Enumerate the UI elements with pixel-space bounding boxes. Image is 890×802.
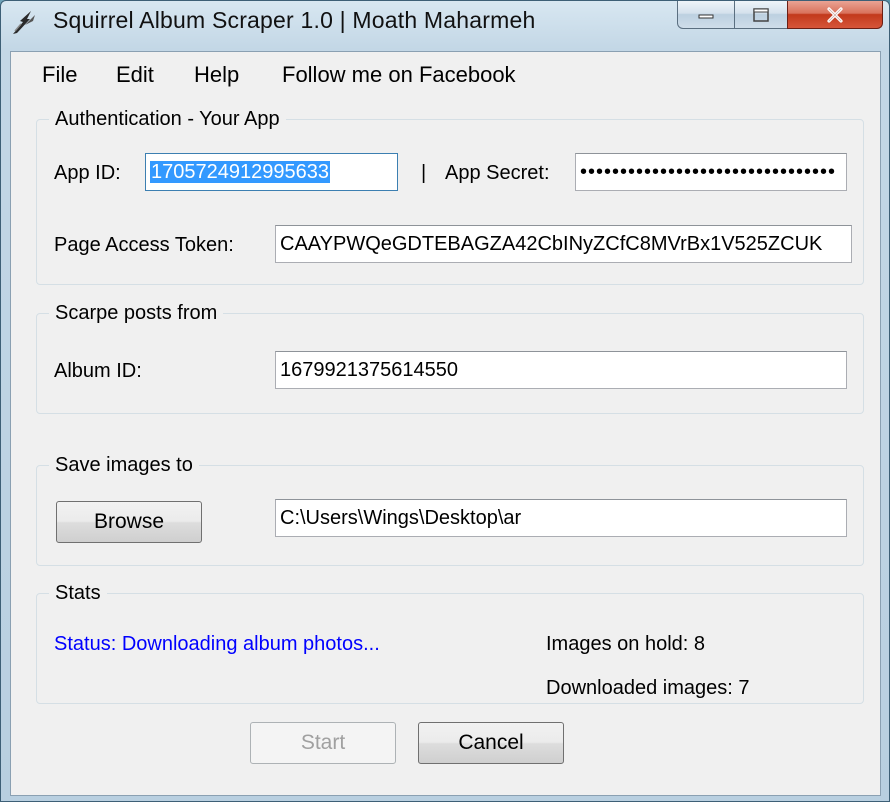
auth-group: Authentication - Your App App ID: 170572… [36,106,864,285]
album-id-label: Album ID: [54,360,142,382]
auth-separator: | [421,162,427,184]
menu-bar: File Edit Help Follow me on Facebook [11,58,880,92]
close-icon [827,6,843,23]
app-id-label: App ID: [54,162,121,184]
scrape-group: Scarpe posts from Album ID: 167992137561… [36,300,864,414]
menu-edit[interactable]: Edit [116,58,154,92]
save-path-input[interactable]: C:\Users\Wings\Desktop\ar [275,499,847,537]
squirrel-app-icon [9,7,41,37]
stats-group: Stats Status: Downloading album photos..… [36,580,864,704]
page-access-token-label: Page Access Token: [54,234,234,256]
title-bar[interactable]: Squirrel Album Scraper 1.0 | Moath Mahar… [1,1,889,45]
app-secret-label: App Secret: [445,162,550,184]
browse-button[interactable]: Browse [56,501,202,543]
menu-help[interactable]: Help [194,58,239,92]
menu-file[interactable]: File [42,58,77,92]
page-access-token-value: CAAYPWQeGDTEBAGZA42CbINyZCfC8MVrBx1V525Z… [280,233,823,255]
scrape-group-title: Scarpe posts from [49,300,224,326]
status-text: Status: Downloading album photos... [54,633,380,655]
window-title: Squirrel Album Scraper 1.0 | Moath Mahar… [53,7,536,33]
app-window: Squirrel Album Scraper 1.0 | Moath Mahar… [0,0,890,802]
close-button[interactable] [787,1,883,29]
minimize-button[interactable] [677,1,735,29]
app-id-value: 1705724912995633 [150,161,330,183]
downloaded-images-text: Downloaded images: 7 [546,677,750,699]
menu-follow-facebook[interactable]: Follow me on Facebook [282,58,516,92]
images-on-hold-text: Images on hold: 8 [546,633,705,655]
start-button[interactable]: Start [250,722,396,764]
stats-group-title: Stats [49,580,107,606]
save-group-title: Save images to [49,452,199,478]
album-id-value: 1679921375614550 [280,359,458,381]
page-access-token-input[interactable]: CAAYPWQeGDTEBAGZA42CbINyZCfC8MVrBx1V525Z… [275,225,852,263]
maximize-button[interactable] [734,1,788,29]
auth-group-title: Authentication - Your App [49,106,286,132]
save-group: Save images to Browse C:\Users\Wings\Des… [36,452,864,566]
client-area: File Edit Help Follow me on Facebook Aut… [10,51,881,796]
album-id-input[interactable]: 1679921375614550 [275,351,847,389]
save-path-value: C:\Users\Wings\Desktop\ar [280,507,522,529]
app-id-input[interactable]: 1705724912995633 [145,153,398,191]
cancel-button[interactable]: Cancel [418,722,564,764]
app-secret-input[interactable]: •••••••••••••••••••••••••••••••• [575,153,847,191]
app-secret-value: •••••••••••••••••••••••••••••••• [580,161,837,183]
minimize-icon [698,14,714,18]
maximize-icon [753,7,769,22]
